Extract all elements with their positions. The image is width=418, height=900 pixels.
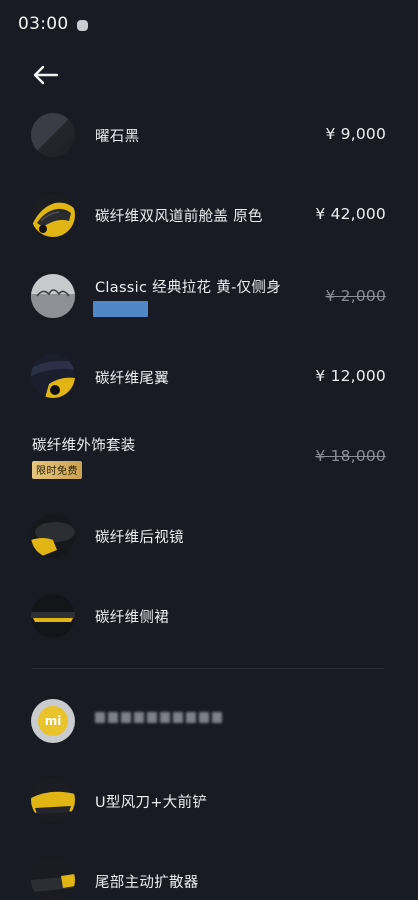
status-time: 03:00 [18,14,69,34]
rear-diffuser-photo [31,858,75,900]
item-title: Classic 经典拉花 黄-仅侧身 [95,280,281,296]
section-divider [32,668,384,669]
item-title: 碳纤维外饰套装 [32,438,136,454]
color-tag [93,301,148,317]
item-title: 碳纤维后视镜 [95,530,184,546]
item-price-struck: ¥ 18,000 [315,447,386,465]
item-title: 曜石黑 [95,129,140,145]
carbon-hood-photo [31,193,75,237]
classic-decal-photo [31,274,75,318]
back-button[interactable] [28,60,62,90]
item-price-struck: ¥ 2,000 [325,287,386,305]
item-title: 碳纤维双风道前舱盖 原色 [95,209,263,225]
item-title: 碳纤维尾翼 [95,371,169,387]
list-item-carbon-spoiler[interactable]: 碳纤维尾翼 ¥ 12,000 [0,336,418,416]
mi-logo: mi [31,699,75,743]
front-splitter-photo [31,778,75,822]
list-item-carbon-hood[interactable]: 碳纤维双风道前舱盖 原色 ¥ 42,000 [0,175,418,255]
status-bar: 03:00 [0,0,418,48]
list-item-front-splitter[interactable]: U型风刀+大前铲 [0,760,418,840]
list-item-carbon-side-skirt[interactable]: 碳纤维侧裙 [0,576,418,656]
carbon-side-skirt-photo [31,594,75,638]
list-item-classic-decal[interactable]: Classic 经典拉花 黄-仅侧身 ¥ 2,000 [0,256,418,336]
carbon-spoiler-photo [31,354,75,398]
list-item-obsidian-black[interactable]: 曜石黑 ¥ 9,000 [0,95,418,175]
arrow-left-icon [33,65,59,85]
item-title: 碳纤维侧裙 [95,610,169,626]
carbon-mirror-photo [31,514,75,558]
list-item-rear-diffuser[interactable]: 尾部主动扩散器 [0,840,418,900]
list-item-carbon-mirror[interactable]: 碳纤维后视镜 [0,496,418,576]
obsidian-black-swatch [31,113,75,157]
list-item-carbon-exterior-kit[interactable]: 碳纤维外饰套装 限时免费 ¥ 18,000 [0,420,418,480]
item-price: ¥ 42,000 [315,205,386,223]
blurred-title [95,710,225,724]
item-title: 尾部主动扩散器 [95,875,199,891]
free-badge: 限时免费 [32,461,82,479]
item-price: ¥ 9,000 [325,125,386,143]
item-price: ¥ 12,000 [315,367,386,385]
list-item-blurred[interactable]: mi [0,679,418,759]
item-title: U型风刀+大前铲 [95,795,208,811]
notification-icon [76,19,88,31]
